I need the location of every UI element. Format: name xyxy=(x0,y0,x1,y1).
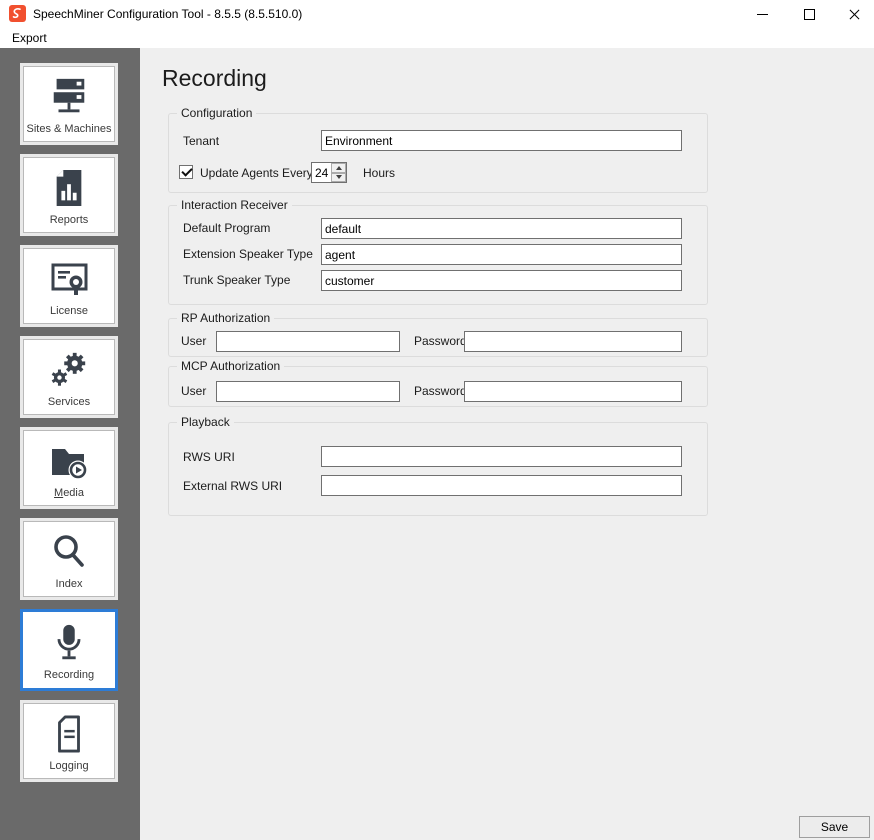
tenant-label: Tenant xyxy=(183,134,220,148)
report-chart-icon xyxy=(50,158,88,214)
chevron-down-icon xyxy=(335,175,342,180)
gears-icon xyxy=(48,340,90,396)
title-bar: SpeechMiner Configuration Tool - 8.5.5 (… xyxy=(0,0,874,28)
close-icon xyxy=(848,8,861,21)
sidebar-item-label: Index xyxy=(55,578,83,590)
menu-bar: Export xyxy=(0,28,874,48)
app-logo-icon xyxy=(9,5,26,22)
minimize-button[interactable] xyxy=(739,0,785,28)
stepper-up-button[interactable] xyxy=(331,163,346,173)
window-title: SpeechMiner Configuration Tool - 8.5.5 (… xyxy=(33,7,303,21)
page-title: Recording xyxy=(162,65,267,91)
sidebar-item-recording[interactable]: Recording xyxy=(20,609,118,691)
rp-user-input[interactable] xyxy=(216,331,400,352)
interaction-receiver-group: Interaction Receiver Default Program Ext… xyxy=(168,198,708,305)
mcp-authorization-group: MCP Authorization User Password xyxy=(168,359,708,407)
mcp-user-label: User xyxy=(181,384,207,398)
sidebar-item-reports[interactable]: Reports xyxy=(20,154,118,236)
minimize-icon xyxy=(756,13,768,15)
sidebar-item-label: Reports xyxy=(49,214,89,226)
external-rws-uri-label: External RWS URI xyxy=(183,479,283,493)
sidebar-item-index[interactable]: Index xyxy=(20,518,118,600)
update-hours-value: 24 xyxy=(315,166,329,180)
sidebar-item-label: Services xyxy=(47,396,91,408)
sidebar-item-sites-machines[interactable]: Sites & Machines xyxy=(20,63,118,145)
sidebar-item-label: Logging xyxy=(49,760,89,772)
external-rws-uri-input[interactable] xyxy=(321,475,682,496)
log-document-icon xyxy=(50,704,88,760)
content-panel: Recording Configuration Tenant Update Ag… xyxy=(140,48,874,840)
servers-icon xyxy=(46,67,92,123)
configuration-legend: Configuration xyxy=(177,106,257,120)
sidebar: Sites & Machines Reports License Service… xyxy=(0,48,140,840)
sidebar-item-license[interactable]: License xyxy=(20,245,118,327)
playback-group: Playback RWS URI External RWS URI xyxy=(168,415,708,516)
sidebar-item-label: Sites & Machines xyxy=(26,123,112,135)
update-agents-checkbox[interactable] xyxy=(179,165,193,179)
configuration-group: Configuration Tenant Update Agents Every… xyxy=(168,106,708,193)
close-button[interactable] xyxy=(831,0,874,28)
menu-export[interactable]: Export xyxy=(9,30,50,46)
sidebar-item-label: Recording xyxy=(43,669,95,681)
stepper-down-button[interactable] xyxy=(331,172,346,182)
maximize-button[interactable] xyxy=(786,0,832,28)
mcp-password-input[interactable] xyxy=(464,381,682,402)
interaction-receiver-legend: Interaction Receiver xyxy=(177,198,292,212)
default-program-label: Default Program xyxy=(183,221,271,235)
trunk-speaker-type-label: Trunk Speaker Type xyxy=(183,273,291,287)
extension-speaker-type-label: Extension Speaker Type xyxy=(183,247,313,261)
default-program-input[interactable] xyxy=(321,218,682,239)
playback-legend: Playback xyxy=(177,415,234,429)
rp-password-input[interactable] xyxy=(464,331,682,352)
update-agents-label: Update Agents Every xyxy=(200,166,313,180)
rp-user-label: User xyxy=(181,334,207,348)
microphone-icon xyxy=(49,613,89,669)
extension-speaker-type-input[interactable] xyxy=(321,244,682,265)
update-hours-stepper[interactable]: 24 xyxy=(311,162,347,183)
mcp-authorization-legend: MCP Authorization xyxy=(177,359,285,373)
hours-label: Hours xyxy=(363,166,396,180)
search-icon xyxy=(49,522,89,578)
sidebar-item-services[interactable]: Services xyxy=(20,336,118,418)
sidebar-item-label: License xyxy=(50,305,88,317)
tenant-input[interactable] xyxy=(321,130,682,151)
trunk-speaker-type-input[interactable] xyxy=(321,270,682,291)
maximize-icon xyxy=(803,8,815,20)
license-certificate-icon xyxy=(47,249,91,305)
sidebar-item-label: Media xyxy=(54,487,84,499)
sidebar-item-logging[interactable]: Logging xyxy=(20,700,118,782)
checkbox-check-icon xyxy=(181,165,193,177)
save-button[interactable]: Save xyxy=(799,816,870,838)
sidebar-item-media[interactable]: Media xyxy=(20,427,118,509)
rp-password-label: Password xyxy=(414,334,467,348)
rws-uri-input[interactable] xyxy=(321,446,682,467)
chevron-up-icon xyxy=(335,165,342,170)
rp-authorization-group: RP Authorization User Password xyxy=(168,311,708,357)
media-folder-icon xyxy=(47,431,91,487)
rp-authorization-legend: RP Authorization xyxy=(177,311,275,325)
rws-uri-label: RWS URI xyxy=(183,450,235,464)
mcp-password-label: Password xyxy=(414,384,467,398)
mcp-user-input[interactable] xyxy=(216,381,400,402)
